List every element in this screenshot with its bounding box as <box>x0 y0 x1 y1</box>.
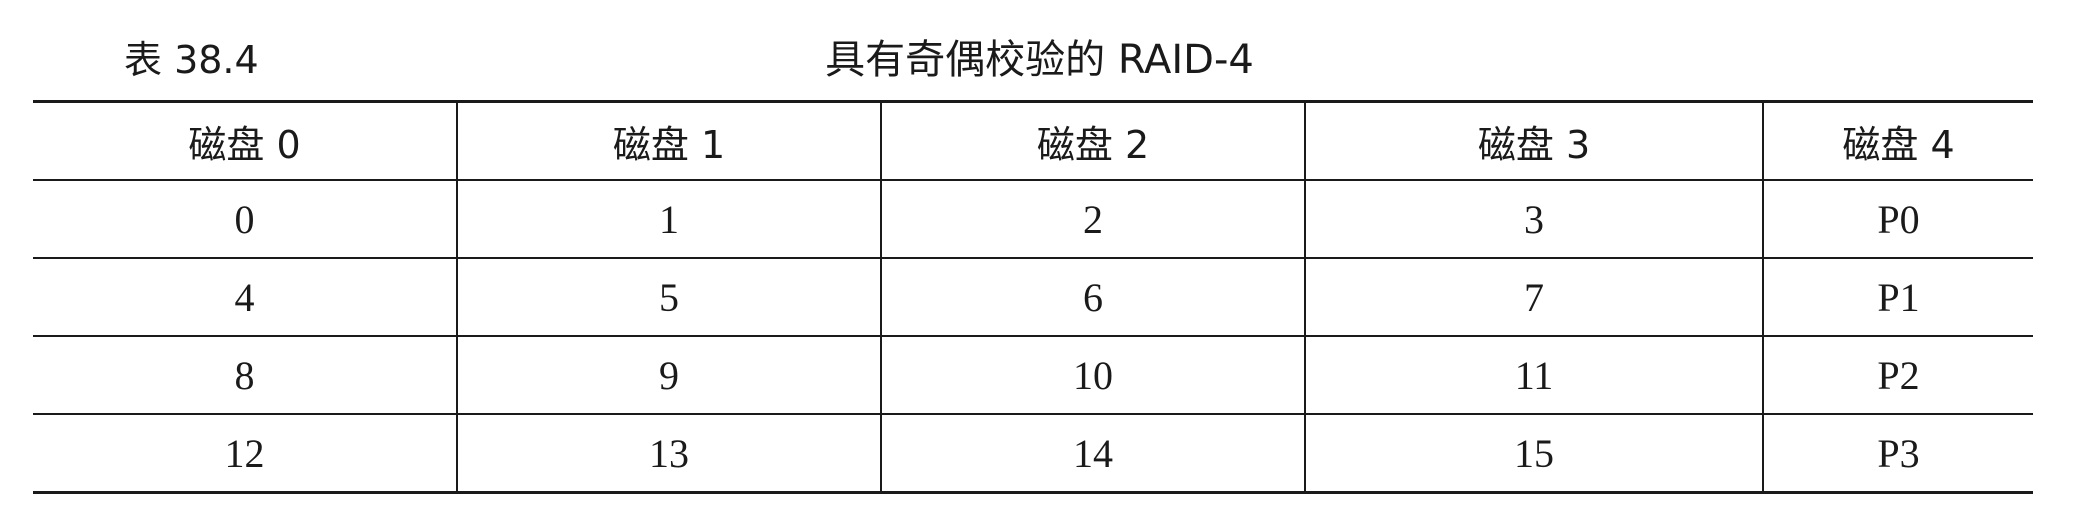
parity-cell: P2 <box>1762 336 2033 415</box>
table-cell: 11 <box>1304 336 1763 415</box>
table-header-row: 磁盘 0 磁盘 1 磁盘 2 磁盘 3 磁盘 4 <box>33 101 2033 181</box>
column-header-disk-2: 磁盘 2 <box>880 101 1305 181</box>
parity-cell: P3 <box>1762 414 2033 494</box>
column-header-disk-0: 磁盘 0 <box>33 101 457 181</box>
table-cell: 4 <box>33 258 457 337</box>
table-cell: 15 <box>1304 414 1763 494</box>
table-cell: 12 <box>33 414 457 494</box>
table-cell: 5 <box>456 258 881 337</box>
table-cell: 7 <box>1304 258 1763 337</box>
table-cell: 3 <box>1304 180 1763 259</box>
column-header-disk-1: 磁盘 1 <box>456 101 881 181</box>
table-row: 0 1 2 3 P0 <box>33 180 2033 259</box>
table-cell: 0 <box>33 180 457 259</box>
table-cell: 8 <box>33 336 457 415</box>
table-cell: 6 <box>880 258 1305 337</box>
table-cell: 1 <box>456 180 881 259</box>
table-caption-title: 具有奇偶校验的 RAID-4 <box>825 37 1254 83</box>
table-row: 12 13 14 15 P3 <box>33 414 2033 494</box>
table-cell: 10 <box>880 336 1305 415</box>
table-cell: 2 <box>880 180 1305 259</box>
parity-cell: P1 <box>1762 258 2033 337</box>
column-header-disk-4: 磁盘 4 <box>1762 101 2033 181</box>
column-header-disk-3: 磁盘 3 <box>1304 101 1763 181</box>
table-row: 8 9 10 11 P2 <box>33 336 2033 415</box>
raid4-table: 磁盘 0 磁盘 1 磁盘 2 磁盘 3 磁盘 4 0 1 2 3 P0 4 5 … <box>33 100 2033 494</box>
table-cell: 9 <box>456 336 881 415</box>
parity-cell: P0 <box>1762 180 2033 259</box>
table-cell: 13 <box>456 414 881 494</box>
table-row: 4 5 6 7 P1 <box>33 258 2033 337</box>
table-cell: 14 <box>880 414 1305 494</box>
